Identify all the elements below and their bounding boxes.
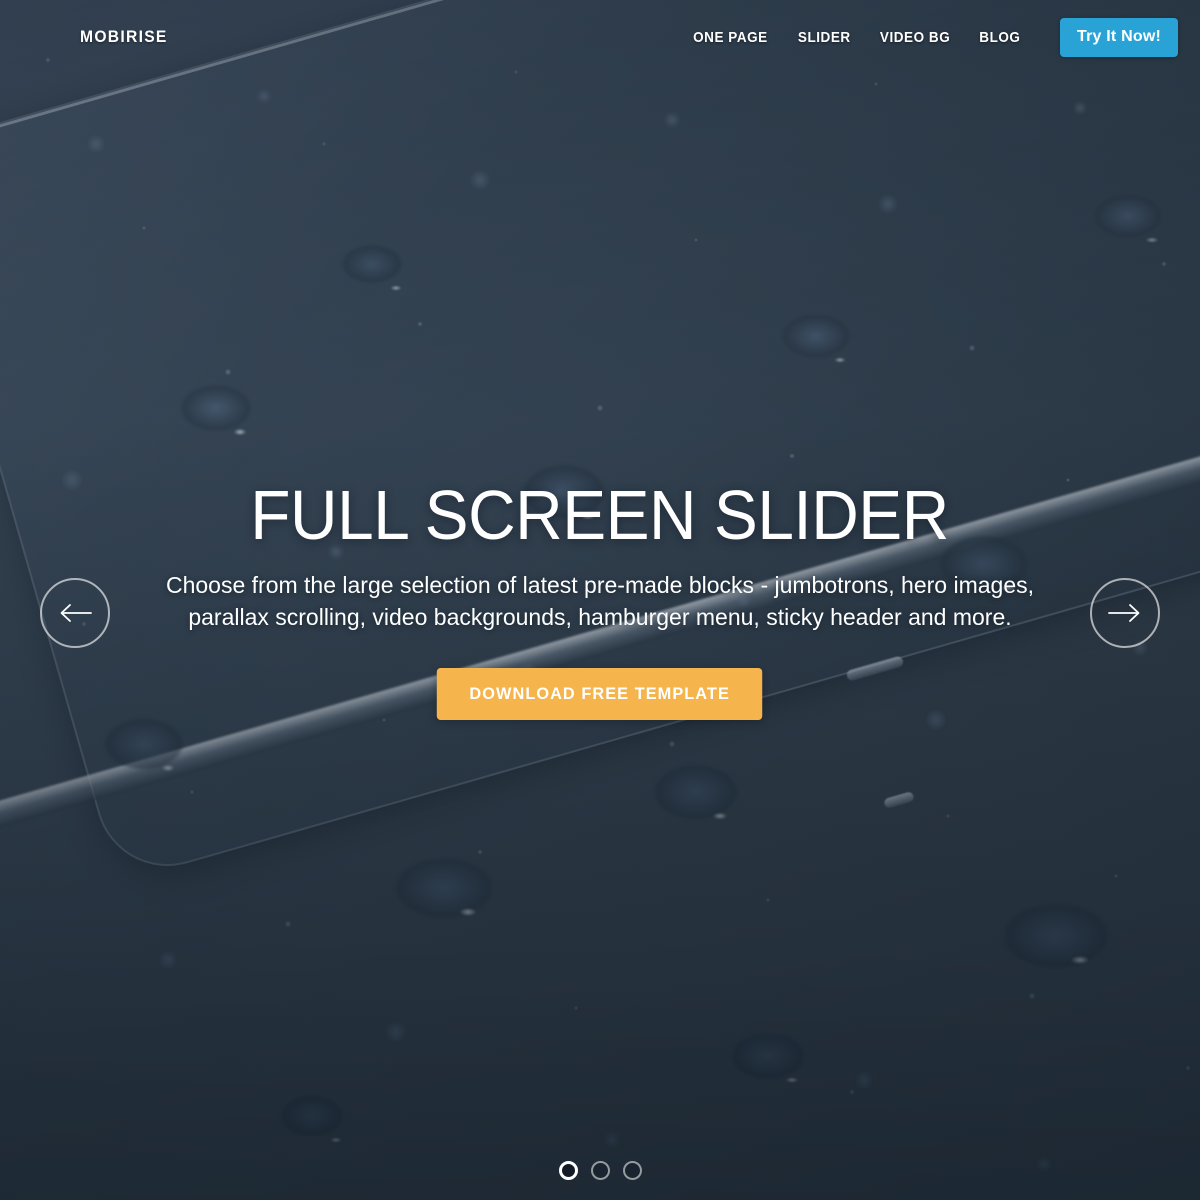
- download-free-template-button[interactable]: Download Free Template: [437, 667, 763, 720]
- arrow-left-icon: [58, 602, 92, 624]
- nav-item-video-bg[interactable]: VIDEO BG: [880, 29, 950, 46]
- nav-item-blog[interactable]: BLOG: [980, 29, 1021, 46]
- slider-indicators: [0, 1161, 1200, 1180]
- slide-content: FULL SCREEN SLIDER Choose from the large…: [0, 0, 1200, 1200]
- slider-indicator-1[interactable]: [558, 1161, 578, 1180]
- arrow-right-icon: [1108, 602, 1142, 624]
- slide-title: FULL SCREEN SLIDER: [250, 476, 950, 555]
- try-it-now-button[interactable]: Try It Now!: [1060, 17, 1178, 57]
- nav-item-slider[interactable]: SLIDER: [797, 29, 850, 46]
- brand-logo[interactable]: MOBIRISE: [80, 27, 168, 47]
- slide-subtitle: Choose from the large selection of lates…: [165, 572, 1035, 630]
- slider-indicator-3[interactable]: [622, 1161, 642, 1180]
- slider-prev-button[interactable]: [40, 578, 110, 648]
- site-header: MOBIRISE ONE PAGE SLIDER VIDEO BG BLOG T…: [0, 0, 1200, 74]
- hero-slider: MOBIRISE ONE PAGE SLIDER VIDEO BG BLOG T…: [0, 0, 1200, 1200]
- main-navigation: ONE PAGE SLIDER VIDEO BG BLOG Try It Now…: [689, 17, 1178, 57]
- nav-item-one-page[interactable]: ONE PAGE: [693, 29, 768, 46]
- slider-indicator-2[interactable]: [590, 1161, 610, 1180]
- slider-next-button[interactable]: [1090, 578, 1160, 648]
